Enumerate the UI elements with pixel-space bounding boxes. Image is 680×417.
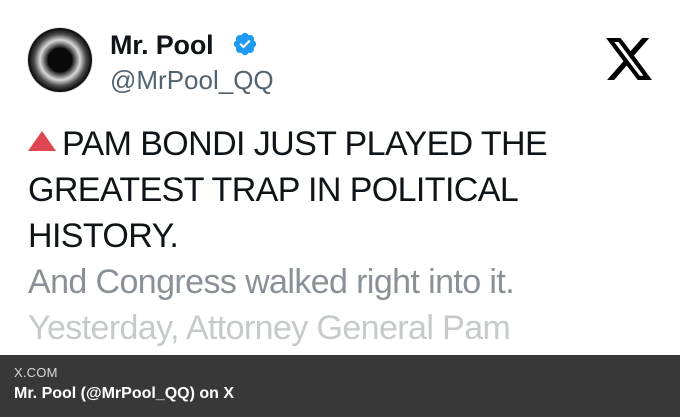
verified-badge-icon	[233, 32, 257, 56]
link-domain: X.COM	[14, 365, 58, 380]
red-triangle-up-icon	[28, 131, 56, 151]
tweet-line: PAM BONDI JUST PLAYED THE	[28, 121, 658, 167]
tweet-text: PAM BONDI JUST PLAYED THE GREATEST TRAP …	[28, 121, 658, 351]
link-title[interactable]: Mr. Pool (@MrPool_QQ) on X	[14, 385, 234, 403]
tweet-line-text: PAM BONDI JUST PLAYED THE	[62, 125, 548, 163]
tweet-line: GREATEST TRAP IN POLITICAL	[28, 171, 519, 209]
link-preview-caption[interactable]: X.COM Mr. Pool (@MrPool_QQ) on X	[0, 355, 680, 417]
tweet-line: HISTORY.	[28, 217, 179, 255]
tweet-card[interactable]: Mr. Pool @MrPool_QQ PAM BONDI JUST PLAYE…	[0, 0, 680, 355]
x-logo-icon[interactable]	[606, 38, 652, 80]
tweet-line: And Congress walked right into it.	[28, 263, 515, 301]
tweet-line: Yesterday, Attorney General Pam	[28, 309, 511, 347]
display-name[interactable]: Mr. Pool	[110, 28, 214, 62]
avatar[interactable]	[28, 28, 92, 92]
user-handle[interactable]: @MrPool_QQ	[110, 64, 274, 96]
